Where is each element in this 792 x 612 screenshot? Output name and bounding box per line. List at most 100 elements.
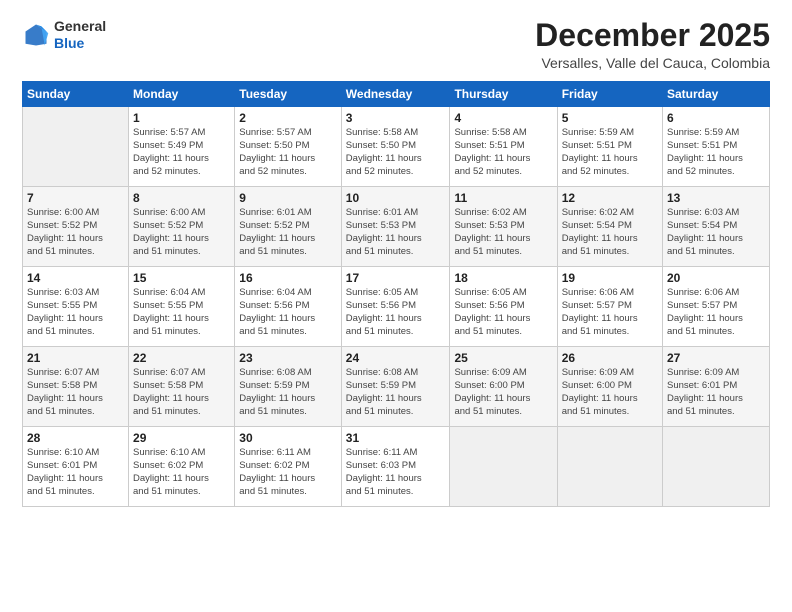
day-info: Sunrise: 6:09 AMSunset: 6:00 PMDaylight:… [562, 367, 658, 418]
day-info: Sunrise: 6:04 AMSunset: 5:55 PMDaylight:… [133, 287, 230, 338]
day-info: Sunrise: 6:11 AMSunset: 6:03 PMDaylight:… [346, 447, 446, 498]
day-info: Sunrise: 6:11 AMSunset: 6:02 PMDaylight:… [239, 447, 337, 498]
day-number: 17 [346, 270, 446, 286]
day-number: 1 [133, 110, 230, 126]
day-cell: 6Sunrise: 5:59 AMSunset: 5:51 PMDaylight… [663, 107, 770, 187]
day-cell: 25Sunrise: 6:09 AMSunset: 6:00 PMDayligh… [450, 347, 557, 427]
day-info: Sunrise: 6:01 AMSunset: 5:52 PMDaylight:… [239, 207, 337, 258]
day-cell: 19Sunrise: 6:06 AMSunset: 5:57 PMDayligh… [557, 267, 662, 347]
logo-text: General Blue [54, 18, 106, 52]
header: General Blue December 2025 Versalles, Va… [22, 18, 770, 71]
day-cell [23, 107, 129, 187]
day-number: 27 [667, 350, 765, 366]
day-info: Sunrise: 6:10 AMSunset: 6:01 PMDaylight:… [27, 447, 124, 498]
day-number: 5 [562, 110, 658, 126]
col-header-wednesday: Wednesday [341, 82, 450, 107]
week-row-4: 21Sunrise: 6:07 AMSunset: 5:58 PMDayligh… [23, 347, 770, 427]
day-number: 10 [346, 190, 446, 206]
col-header-sunday: Sunday [23, 82, 129, 107]
page: General Blue December 2025 Versalles, Va… [0, 0, 792, 612]
day-cell: 20Sunrise: 6:06 AMSunset: 5:57 PMDayligh… [663, 267, 770, 347]
day-info: Sunrise: 6:07 AMSunset: 5:58 PMDaylight:… [27, 367, 124, 418]
day-info: Sunrise: 6:10 AMSunset: 6:02 PMDaylight:… [133, 447, 230, 498]
calendar-subtitle: Versalles, Valle del Cauca, Colombia [535, 55, 770, 71]
logo-blue: Blue [54, 35, 84, 51]
day-number: 25 [454, 350, 552, 366]
day-cell: 4Sunrise: 5:58 AMSunset: 5:51 PMDaylight… [450, 107, 557, 187]
day-info: Sunrise: 6:02 AMSunset: 5:53 PMDaylight:… [454, 207, 552, 258]
day-number: 31 [346, 430, 446, 446]
day-number: 9 [239, 190, 337, 206]
day-number: 3 [346, 110, 446, 126]
day-number: 2 [239, 110, 337, 126]
day-cell [557, 427, 662, 507]
header-row: SundayMondayTuesdayWednesdayThursdayFrid… [23, 82, 770, 107]
day-number: 8 [133, 190, 230, 206]
day-number: 11 [454, 190, 552, 206]
day-number: 4 [454, 110, 552, 126]
logo-icon [22, 21, 50, 49]
day-info: Sunrise: 5:59 AMSunset: 5:51 PMDaylight:… [667, 127, 765, 178]
day-cell: 28Sunrise: 6:10 AMSunset: 6:01 PMDayligh… [23, 427, 129, 507]
col-header-saturday: Saturday [663, 82, 770, 107]
col-header-thursday: Thursday [450, 82, 557, 107]
day-cell: 3Sunrise: 5:58 AMSunset: 5:50 PMDaylight… [341, 107, 450, 187]
calendar-table: SundayMondayTuesdayWednesdayThursdayFrid… [22, 81, 770, 507]
logo-general: General [54, 18, 106, 34]
day-info: Sunrise: 6:05 AMSunset: 5:56 PMDaylight:… [346, 287, 446, 338]
week-row-5: 28Sunrise: 6:10 AMSunset: 6:01 PMDayligh… [23, 427, 770, 507]
day-number: 19 [562, 270, 658, 286]
day-cell: 7Sunrise: 6:00 AMSunset: 5:52 PMDaylight… [23, 187, 129, 267]
week-row-1: 1Sunrise: 5:57 AMSunset: 5:49 PMDaylight… [23, 107, 770, 187]
day-number: 28 [27, 430, 124, 446]
day-cell: 21Sunrise: 6:07 AMSunset: 5:58 PMDayligh… [23, 347, 129, 427]
day-cell [450, 427, 557, 507]
day-info: Sunrise: 6:03 AMSunset: 5:54 PMDaylight:… [667, 207, 765, 258]
day-number: 24 [346, 350, 446, 366]
day-number: 20 [667, 270, 765, 286]
day-cell: 11Sunrise: 6:02 AMSunset: 5:53 PMDayligh… [450, 187, 557, 267]
day-number: 22 [133, 350, 230, 366]
day-number: 16 [239, 270, 337, 286]
day-cell: 29Sunrise: 6:10 AMSunset: 6:02 PMDayligh… [129, 427, 235, 507]
day-number: 29 [133, 430, 230, 446]
day-cell: 13Sunrise: 6:03 AMSunset: 5:54 PMDayligh… [663, 187, 770, 267]
day-cell: 9Sunrise: 6:01 AMSunset: 5:52 PMDaylight… [235, 187, 342, 267]
col-header-monday: Monday [129, 82, 235, 107]
day-info: Sunrise: 6:01 AMSunset: 5:53 PMDaylight:… [346, 207, 446, 258]
day-number: 30 [239, 430, 337, 446]
day-number: 6 [667, 110, 765, 126]
day-info: Sunrise: 6:00 AMSunset: 5:52 PMDaylight:… [133, 207, 230, 258]
day-cell: 17Sunrise: 6:05 AMSunset: 5:56 PMDayligh… [341, 267, 450, 347]
day-info: Sunrise: 6:02 AMSunset: 5:54 PMDaylight:… [562, 207, 658, 258]
day-cell: 24Sunrise: 6:08 AMSunset: 5:59 PMDayligh… [341, 347, 450, 427]
day-cell: 23Sunrise: 6:08 AMSunset: 5:59 PMDayligh… [235, 347, 342, 427]
title-block: December 2025 Versalles, Valle del Cauca… [535, 18, 770, 71]
day-number: 23 [239, 350, 337, 366]
day-info: Sunrise: 5:59 AMSunset: 5:51 PMDaylight:… [562, 127, 658, 178]
logo: General Blue [22, 18, 106, 52]
day-cell: 30Sunrise: 6:11 AMSunset: 6:02 PMDayligh… [235, 427, 342, 507]
day-cell: 10Sunrise: 6:01 AMSunset: 5:53 PMDayligh… [341, 187, 450, 267]
day-cell: 15Sunrise: 6:04 AMSunset: 5:55 PMDayligh… [129, 267, 235, 347]
day-cell: 22Sunrise: 6:07 AMSunset: 5:58 PMDayligh… [129, 347, 235, 427]
day-number: 13 [667, 190, 765, 206]
day-cell: 27Sunrise: 6:09 AMSunset: 6:01 PMDayligh… [663, 347, 770, 427]
day-number: 12 [562, 190, 658, 206]
day-number: 21 [27, 350, 124, 366]
day-number: 18 [454, 270, 552, 286]
day-info: Sunrise: 6:06 AMSunset: 5:57 PMDaylight:… [562, 287, 658, 338]
day-cell: 31Sunrise: 6:11 AMSunset: 6:03 PMDayligh… [341, 427, 450, 507]
day-number: 14 [27, 270, 124, 286]
day-info: Sunrise: 6:04 AMSunset: 5:56 PMDaylight:… [239, 287, 337, 338]
day-info: Sunrise: 6:09 AMSunset: 6:00 PMDaylight:… [454, 367, 552, 418]
day-info: Sunrise: 5:57 AMSunset: 5:50 PMDaylight:… [239, 127, 337, 178]
day-info: Sunrise: 6:03 AMSunset: 5:55 PMDaylight:… [27, 287, 124, 338]
day-cell [663, 427, 770, 507]
day-info: Sunrise: 6:08 AMSunset: 5:59 PMDaylight:… [346, 367, 446, 418]
day-info: Sunrise: 5:57 AMSunset: 5:49 PMDaylight:… [133, 127, 230, 178]
day-info: Sunrise: 5:58 AMSunset: 5:50 PMDaylight:… [346, 127, 446, 178]
day-cell: 8Sunrise: 6:00 AMSunset: 5:52 PMDaylight… [129, 187, 235, 267]
col-header-friday: Friday [557, 82, 662, 107]
day-number: 7 [27, 190, 124, 206]
